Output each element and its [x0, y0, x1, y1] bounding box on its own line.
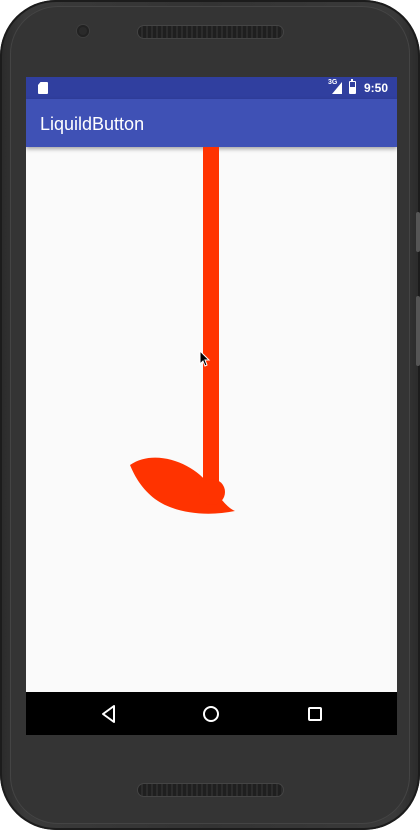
recents-icon[interactable]: [304, 703, 326, 725]
status-bar: 3G 9:50: [26, 77, 397, 99]
home-icon[interactable]: [200, 703, 222, 725]
power-button: [416, 296, 420, 366]
device-screen: 3G 9:50 LiquildButton: [26, 77, 397, 735]
volume-button: [416, 212, 420, 252]
liquid-stream: [203, 147, 219, 502]
top-speaker-grille: [138, 26, 283, 38]
app-title: LiquildButton: [40, 114, 145, 134]
content-area: [26, 147, 397, 692]
back-icon[interactable]: [98, 703, 120, 725]
liquid-button-animation[interactable]: [26, 147, 397, 692]
battery-icon: [349, 79, 356, 94]
front-camera: [77, 25, 89, 37]
app-bar: LiquildButton: [26, 99, 397, 147]
mouse-cursor-icon: [199, 350, 211, 367]
status-clock: 9:50: [364, 81, 389, 95]
signal-icon: [332, 82, 342, 94]
liquid-button-circle[interactable]: [199, 479, 225, 505]
navigation-bar: [26, 692, 397, 735]
bottom-speaker-grille: [138, 784, 283, 796]
sd-card-icon: [38, 82, 48, 94]
